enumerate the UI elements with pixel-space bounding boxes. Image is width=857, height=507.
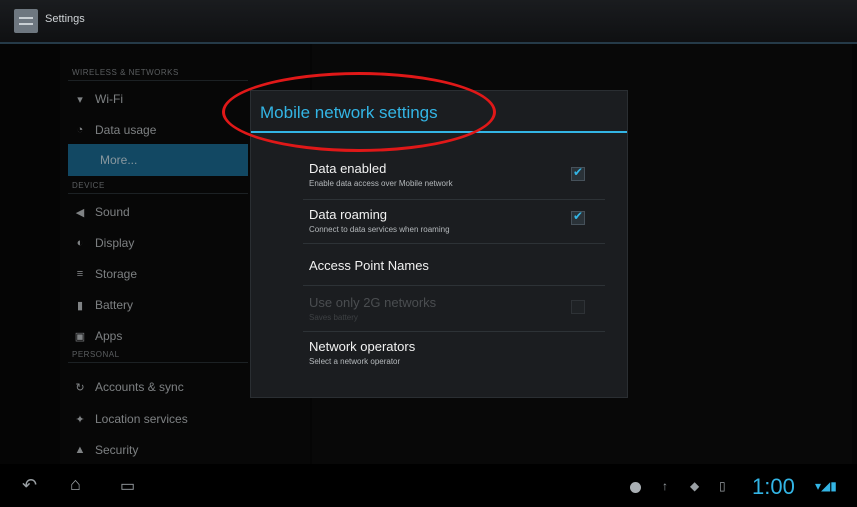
pref-divider — [303, 243, 605, 244]
pref-access-point-names[interactable]: Access Point Names — [309, 258, 609, 273]
pref-summary: Enable data access over Mobile network — [309, 179, 453, 188]
pref-summary: Connect to data services when roaming — [309, 225, 450, 234]
pref-use-2g-only: Use only 2G networks Saves battery — [309, 295, 609, 322]
home-icon[interactable]: ⌂ — [70, 474, 81, 495]
system-bar: ↶ ⌂ ▭ ↑ ◆ ▯ 1:00 ▾◢▮ — [0, 464, 857, 507]
pref-title: Data enabled — [309, 161, 387, 176]
pref-divider — [303, 331, 605, 332]
pref-title: Access Point Names — [309, 258, 429, 273]
settings-icon[interactable] — [14, 9, 38, 33]
notification-icon[interactable] — [630, 482, 641, 493]
pref-summary: Select a network operator — [309, 357, 401, 366]
use-2g-checkbox — [571, 300, 585, 314]
pref-data-roaming[interactable]: Data roaming Connect to data services wh… — [309, 207, 609, 234]
app-title: Settings — [45, 13, 85, 25]
sd-card-icon[interactable]: ▯ — [719, 479, 726, 493]
action-bar: Settings — [0, 0, 857, 44]
pref-divider — [303, 285, 605, 286]
debug-icon[interactable]: ◆ — [690, 479, 699, 493]
pref-title: Use only 2G networks — [309, 295, 437, 310]
pref-title: Data roaming — [309, 207, 388, 222]
data-enabled-checkbox[interactable]: ✔ — [571, 165, 585, 181]
usb-icon[interactable]: ↑ — [662, 479, 668, 493]
annotation-ellipse — [222, 72, 496, 152]
check-icon: ✔ — [573, 165, 584, 179]
pref-summary: Saves battery — [309, 313, 358, 322]
data-roaming-checkbox[interactable]: ✔ — [571, 209, 585, 225]
signal-battery-icon[interactable]: ▾◢▮ — [815, 479, 837, 493]
check-icon: ✔ — [573, 209, 584, 223]
recent-apps-icon[interactable]: ▭ — [120, 476, 135, 496]
pref-title: Network operators — [309, 339, 416, 354]
clock[interactable]: 1:00 — [752, 474, 795, 500]
back-icon[interactable]: ↶ — [22, 475, 37, 496]
pref-network-operators[interactable]: Network operators Select a network opera… — [309, 339, 609, 366]
pref-divider — [303, 199, 605, 200]
pref-data-enabled[interactable]: Data enabled Enable data access over Mob… — [309, 161, 609, 188]
